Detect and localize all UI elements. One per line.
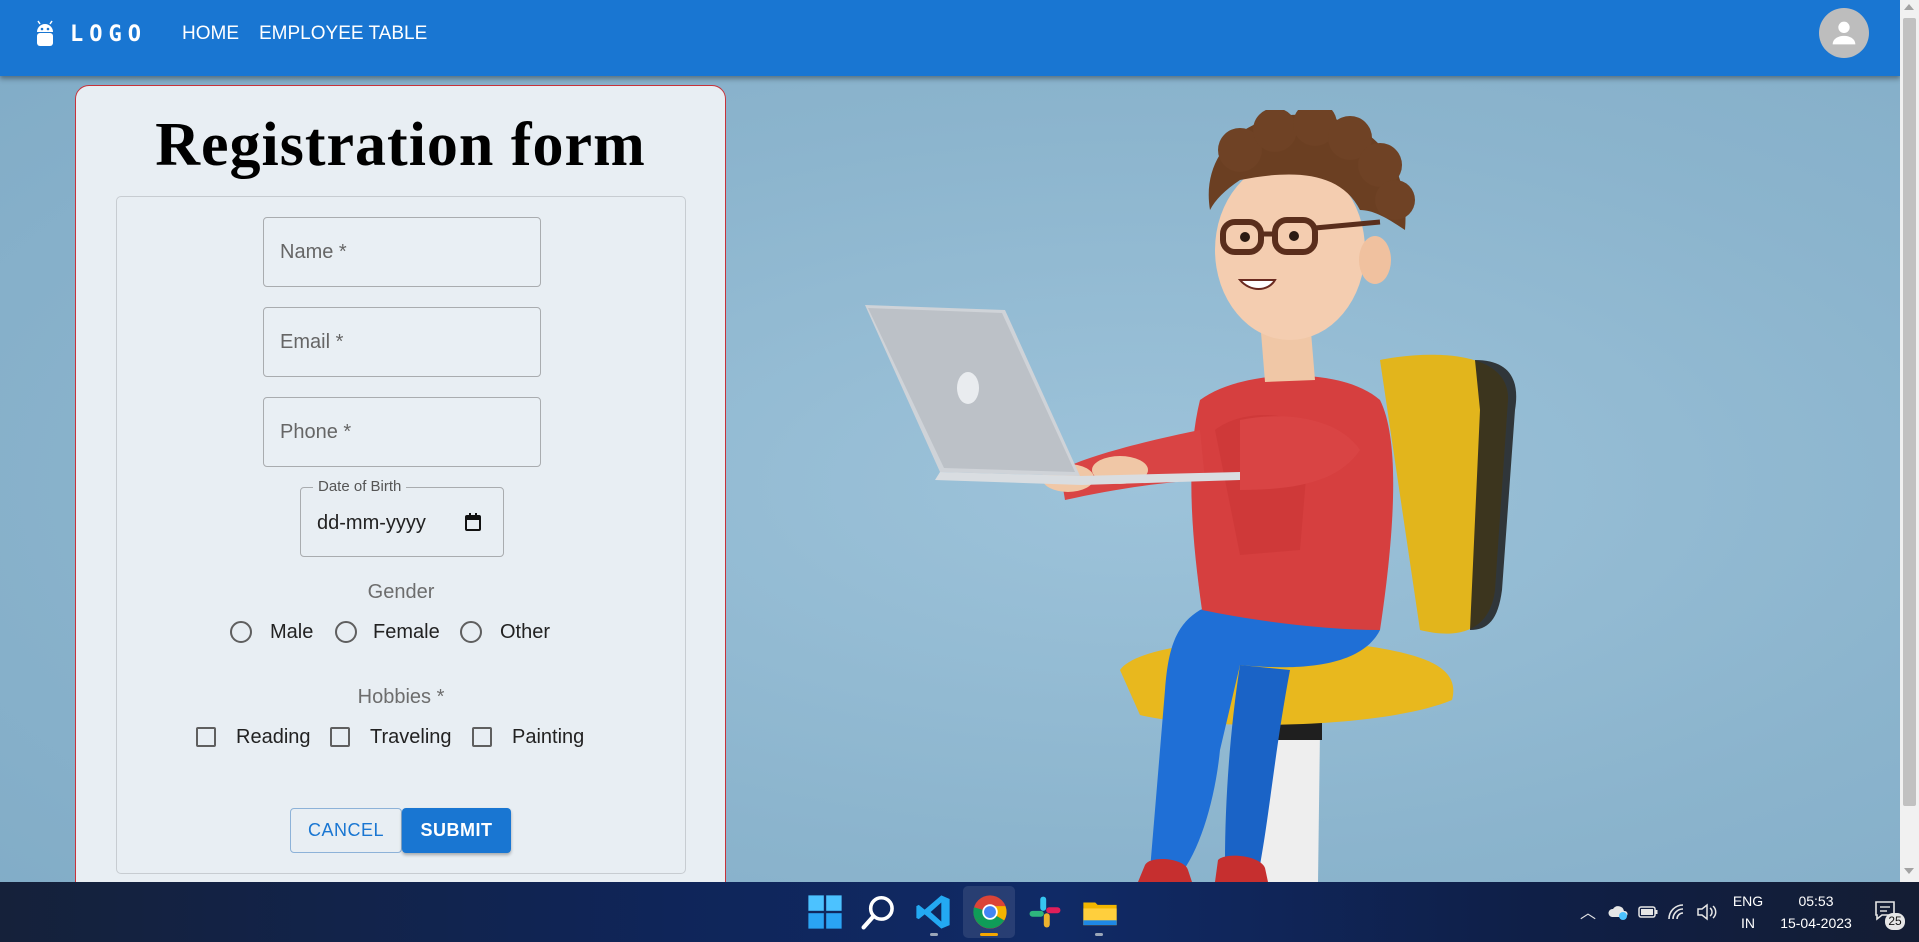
email-field[interactable]: Email * [263, 307, 541, 377]
scroll-thumb[interactable] [1903, 18, 1916, 806]
cancel-button[interactable]: CANCEL [290, 808, 402, 853]
phone-field[interactable]: Phone * [263, 397, 541, 467]
hobby-reading-label[interactable]: Reading [236, 726, 311, 749]
scroll-up-arrow-icon[interactable] [1904, 4, 1914, 10]
gender-male-label[interactable]: Male [270, 621, 313, 644]
user-avatar[interactable] [1819, 8, 1869, 58]
dob-field[interactable]: Date of Birth dd-mm-yyyy [300, 478, 504, 557]
battery-icon[interactable] [1638, 905, 1658, 919]
taskbar [0, 882, 1919, 942]
vscode-icon[interactable] [914, 893, 952, 931]
hobbies-label: Hobbies * [357, 686, 445, 708]
person-laptop-illustration [865, 110, 1517, 882]
onedrive-icon[interactable] [1607, 903, 1629, 921]
gender-female-label[interactable]: Female [373, 621, 440, 644]
language-indicator[interactable]: ENG [1730, 893, 1766, 909]
nav-home[interactable]: HOME [182, 23, 239, 45]
vscode-running-indicator [930, 933, 938, 936]
name-field[interactable]: Name * [263, 217, 541, 287]
chrome-active-indicator [980, 933, 998, 936]
phone-placeholder: Phone * [280, 421, 352, 443]
gender-male-radio[interactable] [230, 621, 252, 643]
person-icon [1832, 21, 1856, 45]
android-logo-icon [37, 20, 53, 46]
chrome-icon[interactable] [971, 893, 1009, 931]
windows-start-icon[interactable] [806, 893, 844, 931]
explorer-running-indicator [1095, 933, 1103, 936]
volume-icon[interactable] [1696, 903, 1718, 921]
calendar-icon[interactable] [465, 513, 481, 531]
gender-other-radio[interactable] [460, 621, 482, 643]
hobby-traveling-checkbox[interactable] [330, 727, 350, 747]
dob-label: Date of Birth [313, 478, 407, 495]
hobby-painting-checkbox[interactable] [472, 727, 492, 747]
form-container: Name * Email * Phone * Date of Birth dd-… [116, 196, 686, 874]
region-indicator[interactable]: IN [1730, 915, 1766, 931]
show-hidden-icons-chevron-icon[interactable]: ︿ [1580, 899, 1596, 923]
name-placeholder: Name * [280, 241, 347, 263]
email-placeholder: Email * [280, 331, 344, 353]
nav-employee-table[interactable]: EMPLOYEE TABLE [259, 23, 427, 45]
registration-card: Registration form Name * Email * Phone *… [75, 85, 726, 905]
slack-icon[interactable] [1026, 893, 1064, 931]
gender-other-label[interactable]: Other [500, 621, 550, 644]
submit-button[interactable]: SUBMIT [402, 808, 511, 853]
clock-time[interactable]: 05:53 [1776, 893, 1856, 909]
search-icon[interactable] [860, 893, 898, 931]
hobby-painting-label[interactable]: Painting [512, 726, 584, 749]
app-bar: LOGO HOME EMPLOYEE TABLE [0, 0, 1900, 76]
logo-text[interactable]: LOGO [70, 22, 147, 47]
gender-label: Gender [367, 581, 435, 603]
dob-value: dd-mm-yyyy [317, 512, 426, 534]
form-title: Registration form [155, 111, 646, 179]
file-explorer-icon[interactable] [1081, 893, 1119, 931]
hobby-reading-checkbox[interactable] [196, 727, 216, 747]
scroll-down-arrow-icon[interactable] [1904, 868, 1914, 874]
wifi-icon[interactable] [1667, 903, 1687, 921]
clock-date[interactable]: 15-04-2023 [1772, 915, 1860, 931]
hobby-traveling-label[interactable]: Traveling [370, 726, 452, 749]
notification-count-badge: 25 [1885, 913, 1905, 930]
gender-female-radio[interactable] [335, 621, 357, 643]
